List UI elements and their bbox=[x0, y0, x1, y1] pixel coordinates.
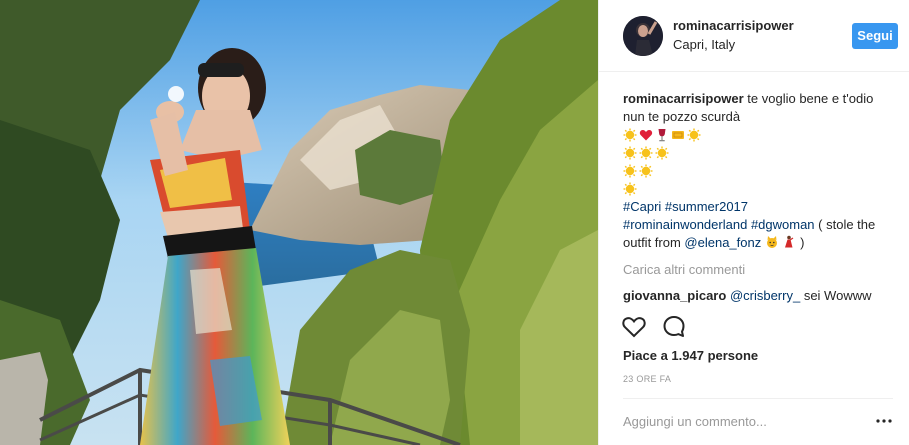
capri-photo-illustration bbox=[0, 0, 598, 445]
sun-emoji bbox=[687, 128, 701, 142]
follow-button[interactable]: Segui bbox=[852, 23, 898, 49]
sun-emoji bbox=[623, 146, 637, 160]
username-link[interactable]: rominacarrisipower bbox=[673, 18, 794, 33]
caption-username[interactable]: rominacarrisipower bbox=[623, 91, 744, 106]
caption: rominacarrisipower te voglio bene e t'od… bbox=[623, 90, 898, 126]
action-bar bbox=[621, 314, 891, 342]
cat-emoji bbox=[766, 236, 777, 248]
sun-emoji bbox=[655, 146, 669, 160]
add-comment-bar bbox=[623, 398, 893, 445]
comments-section: rominacarrisipower te voglio bene e t'od… bbox=[623, 90, 898, 305]
sun-emoji bbox=[623, 128, 637, 142]
post-header: rominacarrisipower Capri, Italy Segui bbox=[599, 0, 909, 72]
likes-count[interactable]: Piace a 1.947 persone bbox=[623, 348, 758, 363]
hashtags-line-1: #Capri #summer2017 bbox=[623, 198, 898, 216]
avatar[interactable] bbox=[623, 16, 663, 56]
emoji-line-3 bbox=[623, 162, 898, 180]
comment-mention[interactable]: @crisberry_ bbox=[730, 288, 800, 303]
hashtag-link[interactable]: #Capri #summer2017 bbox=[623, 199, 748, 214]
comment-icon[interactable] bbox=[661, 314, 687, 340]
comment-username[interactable]: giovanna_picaro bbox=[623, 288, 726, 303]
sun-emoji bbox=[639, 146, 653, 160]
caption-end: ) bbox=[800, 235, 805, 250]
load-more-comments[interactable]: Carica altri commenti bbox=[623, 261, 898, 279]
mention-elena-fonz[interactable]: @elena_fonz bbox=[684, 235, 761, 250]
wine-emoji bbox=[658, 129, 666, 142]
emoji-line-4 bbox=[623, 180, 898, 198]
comment-text: sei Wowww bbox=[803, 288, 872, 303]
hashtag-rominainwonderland[interactable]: #rominainwonderland bbox=[623, 217, 747, 232]
dancer-emoji bbox=[785, 235, 794, 248]
hashtag-dgwoman[interactable]: #dgwoman bbox=[751, 217, 815, 232]
sun-emoji bbox=[623, 164, 637, 178]
heart-emoji bbox=[639, 130, 653, 141]
emoji-line-2 bbox=[623, 144, 898, 162]
post-detail-panel: rominacarrisipower Capri, Italy Segui ro… bbox=[598, 0, 909, 445]
more-icon[interactable] bbox=[875, 413, 893, 429]
location-link[interactable]: Capri, Italy bbox=[673, 37, 735, 52]
emoji-line-1 bbox=[623, 126, 898, 144]
avatar-image bbox=[623, 16, 663, 56]
heart-outline-icon[interactable] bbox=[621, 314, 647, 340]
comment-input[interactable] bbox=[623, 409, 863, 433]
hashtags-line-2: #rominainwonderland #dgwoman ( stole the… bbox=[623, 216, 898, 252]
sun-emoji bbox=[639, 164, 653, 178]
post-timestamp: 23 ORE FA bbox=[623, 374, 672, 384]
comment-item: giovanna_picaro @crisberry_ sei Wowww bbox=[623, 287, 898, 305]
post-photo[interactable] bbox=[0, 0, 598, 445]
sun-emoji bbox=[623, 182, 637, 196]
ticket-emoji bbox=[672, 131, 684, 139]
